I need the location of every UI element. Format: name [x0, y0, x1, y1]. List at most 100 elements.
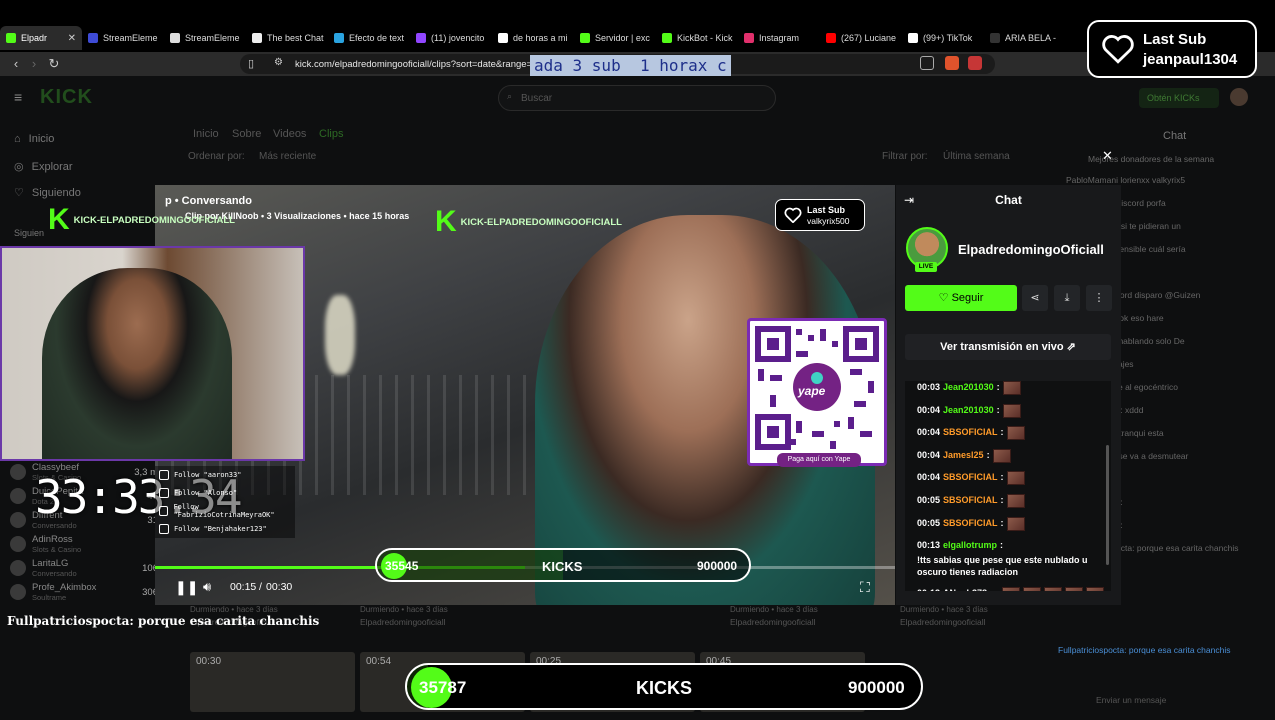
message-time: 00:04: [917, 449, 941, 460]
message-time: 00:04: [917, 472, 941, 483]
download-icon[interactable]: ⤓: [1054, 285, 1080, 311]
message-colon: :: [1000, 427, 1004, 438]
reload-icon[interactable]: ↻: [46, 56, 62, 72]
chat-scrollbar[interactable]: [1106, 445, 1109, 565]
message-username[interactable]: Jean201030: [943, 404, 994, 416]
checkbox-icon: [159, 470, 169, 480]
browser-tab[interactable]: ARIA BELA -: [984, 26, 1066, 50]
favicon-icon: [908, 33, 918, 43]
followed-channel[interactable]: AdinRoss Slots & Casino: [10, 534, 158, 554]
watch-live-button[interactable]: Ver transmisión en vivo ⇗: [905, 334, 1111, 360]
chat-message: 00:04 SBSOFICIAL:: [917, 426, 1111, 441]
message-colon: :: [1000, 472, 1004, 483]
message-time: 00:05: [917, 517, 941, 528]
browser-tab[interactable]: KickBot - Kick: [656, 26, 738, 50]
tab-label: Efecto de text: [349, 33, 405, 43]
emote: [1006, 426, 1025, 441]
brave-shield-icon[interactable]: [945, 56, 959, 70]
kick-logo[interactable]: KICK: [40, 86, 93, 109]
message-username[interactable]: SBSOFICIAL: [943, 426, 998, 438]
browser-tab[interactable]: Efecto de text: [328, 26, 410, 50]
favicon-icon: [498, 33, 508, 43]
external-link-icon: ⇗: [1066, 341, 1076, 353]
checkbox-icon: [159, 488, 169, 498]
share-icon[interactable]: [920, 56, 934, 70]
channel-info: Profe_Akimbox Soultrame: [32, 582, 96, 602]
pause-icon[interactable]: ❚❚: [175, 579, 198, 596]
message-username[interactable]: Jamesl25: [943, 449, 984, 461]
follow-feed-row: Follow "FabrizioCotrinaMeyraOK": [155, 502, 295, 520]
search-input[interactable]: ⌕ Buscar: [498, 85, 776, 111]
more-options-icon[interactable]: ⋮: [1086, 285, 1112, 311]
back-icon[interactable]: ‹: [8, 56, 24, 72]
browser-tab[interactable]: StreamEleme: [164, 26, 246, 50]
last-sub-title: Last Sub: [807, 204, 846, 215]
close-icon[interactable]: ✕: [1102, 148, 1113, 164]
chat-messages: 00:03 Jean201030:00:04 Jean201030:00:04 SBS…: [905, 381, 1111, 591]
message-username[interactable]: Jean201030: [943, 381, 994, 393]
browser-tab[interactable]: Instagram: [738, 26, 820, 50]
clip-meta: Durmiendo • hace 3 días: [190, 605, 278, 614]
follow-feed-text: Follow "Benjahaker123": [174, 525, 267, 533]
rewards-icon[interactable]: [968, 56, 982, 70]
order-select[interactable]: Más reciente: [259, 151, 316, 162]
browser-tab[interactable]: The best Chat: [246, 26, 328, 50]
webcam-overlay: [0, 246, 305, 461]
browser-tab[interactable]: (99+) TikTok: [902, 26, 984, 50]
message-username[interactable]: SBSOFICIAL: [943, 517, 998, 529]
browser-tab[interactable]: de horas a mi: [492, 26, 574, 50]
message-username[interactable]: elgallotrump: [943, 539, 997, 551]
follow-button[interactable]: ♡ Seguir: [905, 285, 1017, 311]
filter-select[interactable]: Última semana: [943, 151, 1010, 162]
forward-icon[interactable]: ›: [26, 56, 42, 72]
tab-inicio[interactable]: Inicio: [193, 128, 219, 140]
emote: [1022, 586, 1041, 591]
browser-tab[interactable]: Servidor | exc: [574, 26, 656, 50]
avatar[interactable]: [1230, 88, 1248, 106]
sidebar-item-home[interactable]: ⌂ Inicio: [14, 133, 54, 145]
channel-info: LaritaLG Conversando: [32, 558, 77, 578]
fullscreen-icon[interactable]: ⛶: [860, 579, 870, 596]
clip-thumbnail[interactable]: 00:30: [190, 652, 355, 712]
followed-channel[interactable]: LaritaLG Conversando 106: [10, 558, 158, 578]
followed-channel[interactable]: Profe_Akimbox Soultrame 306: [10, 582, 158, 602]
browser-tab[interactable]: (11) jovencito: [410, 26, 492, 50]
volume-icon[interactable]: 🔊︎: [203, 579, 211, 595]
avatar: [10, 488, 26, 504]
heart-icon: ♡: [14, 187, 24, 199]
chat-message: 00:04 Jean201030:: [917, 403, 1111, 418]
browser-tab[interactable]: StreamEleme: [82, 26, 164, 50]
clip-channel[interactable]: Elpadredomingooficiall: [360, 617, 446, 627]
favicon-icon: [990, 33, 1000, 43]
favicon-icon: [6, 33, 16, 43]
menu-icon[interactable]: ≡: [14, 89, 22, 105]
message-username[interactable]: SBSOFICIAL: [943, 494, 998, 506]
clip-channel[interactable]: Elpadredomingooficiall: [900, 617, 986, 627]
share-icon[interactable]: ⋖: [1022, 285, 1048, 311]
sidebar-item-explore[interactable]: ◎ Explorar: [14, 160, 73, 174]
chat-message-input[interactable]: Enviar un mensaje: [1096, 695, 1275, 705]
clip-channel[interactable]: Elpadredomingooficiall: [730, 617, 816, 627]
home-icon: ⌂: [14, 133, 21, 145]
tab-label: ARIA BELA -: [1005, 33, 1057, 43]
browser-tab[interactable]: Elpadr ✕: [0, 26, 82, 50]
bookmark-icon[interactable]: ▯: [248, 57, 254, 70]
channel-category: Soultrame: [32, 593, 67, 602]
channel-name[interactable]: ElpadredomingoOficiall: [958, 242, 1104, 257]
get-kicks-button[interactable]: Obtén KICKs: [1139, 88, 1219, 108]
chat-panel: ⇥ Chat LIVE ElpadredomingoOficiall ♡ Seg…: [896, 185, 1121, 605]
tab-videos[interactable]: Videos: [273, 128, 306, 140]
clip-meta: Durmiendo • hace 3 días: [900, 605, 988, 614]
message-time: 00:13: [917, 587, 940, 591]
tab-clips[interactable]: Clips: [319, 128, 343, 140]
message-username[interactable]: ANgeL378o: [943, 587, 993, 591]
heart-icon: ♡: [938, 292, 949, 304]
yape-logo: yape: [798, 384, 826, 398]
message-username[interactable]: SBSOFICIAL: [943, 471, 998, 483]
chat-message: 00:13 elgallotrump: !tts sabias que pese q…: [917, 539, 1111, 578]
site-info-icon[interactable]: ⚙: [274, 57, 283, 68]
tab-sobre[interactable]: Sobre: [232, 128, 261, 140]
close-tab-icon[interactable]: ✕: [68, 33, 76, 44]
sidebar-item-following[interactable]: ♡ Siguiendo: [14, 186, 81, 200]
browser-tab[interactable]: (267) Luciane: [820, 26, 902, 50]
